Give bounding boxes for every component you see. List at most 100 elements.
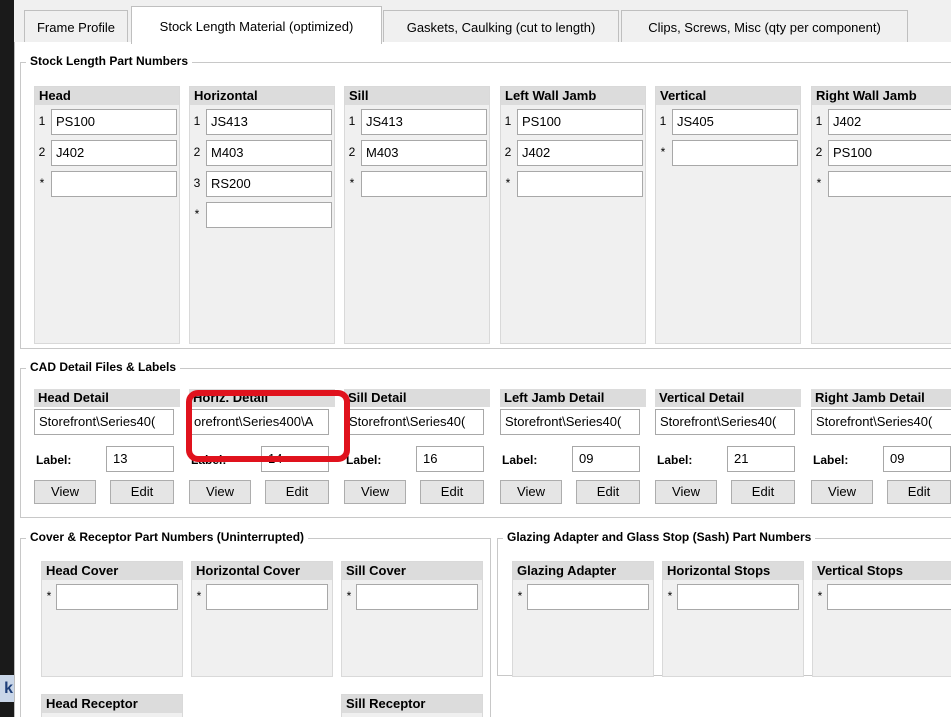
part-number-input[interactable]: RS200	[206, 171, 332, 197]
tab-clips-screws-misc-qty-per-component[interactable]: Clips, Screws, Misc (qty per component)	[621, 10, 908, 43]
stock-column-horizontal: Horizontal 1 JS413 2 M403 3 RS200 *	[189, 86, 335, 344]
part-number-input[interactable]: JS413	[361, 109, 487, 135]
part-number-input[interactable]: JS405	[672, 109, 798, 135]
part-number-input[interactable]: PS100	[517, 109, 643, 135]
view-button[interactable]: View	[811, 480, 873, 504]
cad-detail-vertical-detail: Vertical Detail Storefront\Series40(Label…	[655, 389, 801, 511]
row-number: *	[349, 176, 355, 190]
cover-column-sill-cover: Sill Cover *	[341, 561, 483, 677]
cover-column-header: Horizontal Cover	[192, 562, 332, 580]
cad-file-path-input[interactable]: Storefront\Series40(	[500, 409, 640, 435]
part-number-input[interactable]: M403	[206, 140, 332, 166]
stock-column-vertical: Vertical 1 JS405 *	[655, 86, 801, 344]
row-number: *	[667, 589, 673, 603]
glazing-part-input[interactable]	[677, 584, 799, 610]
cad-label-caption: Label:	[657, 453, 693, 467]
cad-label-input[interactable]: 09	[572, 446, 640, 472]
stock-column-header: Right Wall Jamb	[812, 87, 951, 105]
row-number: *	[517, 589, 523, 603]
receptor-column-header: Head Receptor	[42, 695, 182, 713]
tab-panel: Stock Length Part Numbers Head 1 PS100 2 J40…	[14, 42, 951, 717]
cad-file-path-input[interactable]: Storefront\Series40(	[344, 409, 484, 435]
highlight-annotation	[186, 390, 350, 462]
cover-part-input[interactable]	[56, 584, 178, 610]
edit-button[interactable]: Edit	[265, 480, 329, 504]
cad-detail-header: Left Jamb Detail	[500, 389, 646, 407]
stock-column-sill: Sill 1 JS413 2 M403 *	[344, 86, 490, 344]
row-number: *	[505, 176, 511, 190]
stock-column-right-wall-jamb: Right Wall Jamb 1 J402 2 PS100 *	[811, 86, 951, 344]
row-number: 1	[815, 114, 823, 128]
edit-button[interactable]: Edit	[576, 480, 640, 504]
glazing-column-header: Glazing Adapter	[513, 562, 653, 580]
glazing-group: Glazing Adapter and Glass Stop (Sash) Pa…	[497, 530, 951, 677]
part-number-input[interactable]: M403	[361, 140, 487, 166]
tab-stock-length-material-optimized[interactable]: Stock Length Material (optimized)	[131, 6, 382, 44]
row-number: 1	[504, 114, 512, 128]
view-button[interactable]: View	[655, 480, 717, 504]
stock-column-header: Left Wall Jamb	[501, 87, 645, 105]
cad-file-path-input[interactable]: Storefront\Series40(	[34, 409, 174, 435]
part-number-input[interactable]	[361, 171, 487, 197]
part-number-input[interactable]: J402	[828, 109, 951, 135]
part-number-input[interactable]: PS100	[828, 140, 951, 166]
tab-gaskets-caulking-cut-to-length[interactable]: Gaskets, Caulking (cut to length)	[383, 10, 619, 43]
tab-frame-profile[interactable]: Frame Profile	[24, 10, 128, 43]
glazing-part-input[interactable]	[827, 584, 951, 610]
glazing-column-header: Horizontal Stops	[663, 562, 803, 580]
row-number: 1	[659, 114, 667, 128]
edit-button[interactable]: Edit	[887, 480, 951, 504]
view-button[interactable]: View	[500, 480, 562, 504]
background-window-strip	[0, 0, 14, 717]
glazing-column-glazing-adapter: Glazing Adapter *	[512, 561, 654, 677]
view-button[interactable]: View	[344, 480, 406, 504]
part-number-input[interactable]	[206, 202, 332, 228]
part-number-input[interactable]	[828, 171, 951, 197]
part-number-input[interactable]: PS100	[51, 109, 177, 135]
cad-label-input[interactable]: 13	[106, 446, 174, 472]
cad-detail-sill-detail: Sill Detail Storefront\Series40(Label: 16 V…	[344, 389, 490, 511]
row-number: *	[196, 589, 202, 603]
edit-button[interactable]: Edit	[420, 480, 484, 504]
row-number: 2	[504, 145, 512, 159]
row-number: 1	[348, 114, 356, 128]
cad-file-path-input[interactable]: Storefront\Series40(	[811, 409, 951, 435]
background-window-label: k	[0, 675, 14, 702]
row-number: *	[39, 176, 45, 190]
receptor-column-head-receptor: Head Receptor	[41, 694, 183, 717]
part-number-input[interactable]: JS413	[206, 109, 332, 135]
cad-label-input[interactable]: 09	[883, 446, 951, 472]
cad-detail-right-jamb-detail: Right Jamb Detail Storefront\Series40( Lab…	[811, 389, 951, 511]
cover-part-input[interactable]	[206, 584, 328, 610]
view-button[interactable]: View	[34, 480, 96, 504]
stock-length-legend: Stock Length Part Numbers	[26, 54, 193, 68]
row-number: 1	[38, 114, 46, 128]
cad-label-input[interactable]: 16	[416, 446, 484, 472]
row-number: 2	[348, 145, 356, 159]
cover-part-input[interactable]	[356, 584, 478, 610]
view-button[interactable]: View	[189, 480, 251, 504]
cad-file-path-input[interactable]: Storefront\Series40(	[655, 409, 795, 435]
part-number-input[interactable]: J402	[51, 140, 177, 166]
row-number: *	[346, 589, 352, 603]
edit-button[interactable]: Edit	[110, 480, 174, 504]
cad-detail-legend: CAD Detail Files & Labels	[26, 360, 181, 374]
cover-column-header: Head Cover	[42, 562, 182, 580]
cad-label-caption: Label:	[36, 453, 72, 467]
part-number-input[interactable]: J402	[517, 140, 643, 166]
edit-button[interactable]: Edit	[731, 480, 795, 504]
cover-receptor-group: Cover & Receptor Part Numbers (Uninterru…	[20, 530, 491, 717]
part-number-input[interactable]	[672, 140, 798, 166]
part-number-input[interactable]	[51, 171, 177, 197]
glazing-part-input[interactable]	[527, 584, 649, 610]
cad-label-input[interactable]: 21	[727, 446, 795, 472]
cad-detail-header: Right Jamb Detail	[811, 389, 951, 407]
cover-receptor-legend: Cover & Receptor Part Numbers (Uninterru…	[26, 530, 309, 544]
cad-detail-group: CAD Detail Files & Labels Head Detail Sto…	[20, 360, 951, 518]
cad-label-caption: Label:	[502, 453, 538, 467]
stock-column-left-wall-jamb: Left Wall Jamb 1 PS100 2 J402 *	[500, 86, 646, 344]
cad-label-caption: Label:	[813, 453, 849, 467]
glazing-legend: Glazing Adapter and Glass Stop (Sash) Pa…	[503, 530, 816, 544]
part-number-input[interactable]	[517, 171, 643, 197]
glazing-column-header: Vertical Stops	[813, 562, 951, 580]
